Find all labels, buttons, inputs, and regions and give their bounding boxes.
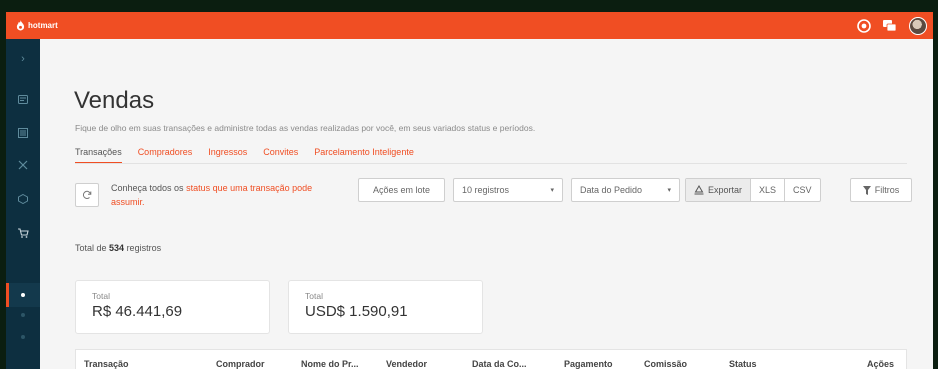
chevron-down-icon: ▾ <box>550 187 554 194</box>
submenu-dot <box>21 335 25 339</box>
batch-actions-button[interactable]: Ações em lote <box>358 178 445 202</box>
column-acoes: Ações <box>867 359 895 369</box>
records-count-prefix: Total de <box>75 243 110 253</box>
page-title: Vendas <box>74 87 155 114</box>
filters-button[interactable]: Filtros <box>850 178 912 202</box>
date-type-select[interactable]: Data do Pedido ▾ <box>571 178 680 202</box>
refresh-button[interactable] <box>75 183 99 207</box>
main-content: Vendas Fique de olho em suas transações … <box>40 39 933 369</box>
status-info-prefix: Conheça todos os <box>111 183 187 193</box>
top-bar: hotmart <box>6 12 933 39</box>
chevron-down-icon: ▾ <box>667 187 671 194</box>
records-count: Total de 534 registros <box>75 243 161 253</box>
export-button[interactable]: Exportar <box>686 179 752 201</box>
export-xls-button[interactable]: XLS <box>751 179 786 201</box>
column-comprador[interactable]: Comprador <box>216 359 265 369</box>
products-icon[interactable] <box>6 121 40 145</box>
column-vendedor[interactable]: Vendedor <box>386 359 427 369</box>
export-csv-button[interactable]: CSV <box>785 179 820 201</box>
refresh-icon <box>82 190 92 199</box>
submenu-item-3[interactable] <box>6 325 40 349</box>
user-avatar[interactable] <box>909 16 927 35</box>
tools-icon[interactable] <box>6 153 40 177</box>
records-count-suffix: registros <box>124 243 162 253</box>
page-subtitle: Fique de olho em suas transações e admin… <box>75 123 536 133</box>
total-brl-label: Total <box>92 291 110 301</box>
tab-compradores[interactable]: Compradores <box>138 147 193 164</box>
chat-icon[interactable] <box>883 19 897 33</box>
tab-ingressos[interactable]: Ingressos <box>208 147 247 164</box>
tab-transacoes[interactable]: Transações <box>75 147 122 164</box>
tabs: Transações Compradores Ingressos Convite… <box>75 147 414 164</box>
expand-sidebar-icon[interactable]: › <box>6 47 40 71</box>
export-group: Exportar XLS CSV <box>685 178 821 202</box>
filter-icon <box>862 185 871 195</box>
column-data-compra[interactable]: Data da Co... <box>472 359 527 369</box>
submenu-item-2[interactable] <box>6 303 40 327</box>
column-nome-produto[interactable]: Nome do Pr... <box>301 359 359 369</box>
column-comissao[interactable]: Comissão <box>644 359 687 369</box>
sales-cart-icon[interactable] <box>6 221 40 245</box>
total-brl-card: Total R$ 46.441,69 <box>75 280 270 334</box>
export-icon <box>694 185 704 195</box>
submenu-dot <box>21 293 25 297</box>
submenu-dot <box>21 313 25 317</box>
flame-icon <box>16 20 25 31</box>
total-brl-value: R$ 46.441,69 <box>92 303 183 320</box>
top-actions <box>857 16 927 35</box>
support-icon[interactable] <box>857 18 871 33</box>
total-usd-card: Total USD$ 1.590,91 <box>288 280 483 334</box>
transactions-table-header: Transação Comprador Nome do Pr... Vended… <box>75 349 907 369</box>
records-per-page-value: 10 registros <box>462 185 510 195</box>
export-label: Exportar <box>708 185 743 195</box>
market-icon[interactable] <box>6 187 40 211</box>
records-count-number: 534 <box>109 243 125 253</box>
sidebar: › <box>6 39 40 369</box>
status-info-text: Conheça todos os status que uma transaçã… <box>111 181 341 209</box>
app-window: hotmart › Vendas Fique de olho em suas t… <box>6 12 933 369</box>
total-usd-label: Total <box>305 291 323 301</box>
tabs-divider <box>75 163 907 164</box>
column-pagamento[interactable]: Pagamento <box>564 359 613 369</box>
tab-parcelamento[interactable]: Parcelamento Inteligente <box>314 147 414 164</box>
column-transacao[interactable]: Transação <box>84 359 129 369</box>
date-type-value: Data do Pedido <box>580 185 643 195</box>
total-usd-value: USD$ 1.590,91 <box>305 303 408 320</box>
brand-logo[interactable]: hotmart <box>16 20 58 31</box>
tab-convites[interactable]: Convites <box>263 147 298 164</box>
filters-label: Filtros <box>874 185 900 195</box>
brand-name: hotmart <box>28 21 58 30</box>
records-per-page-select[interactable]: 10 registros ▾ <box>453 178 563 202</box>
status-info: Conheça todos os status que uma transaçã… <box>75 181 341 209</box>
dashboard-icon[interactable] <box>6 87 40 111</box>
column-status[interactable]: Status <box>729 359 757 369</box>
